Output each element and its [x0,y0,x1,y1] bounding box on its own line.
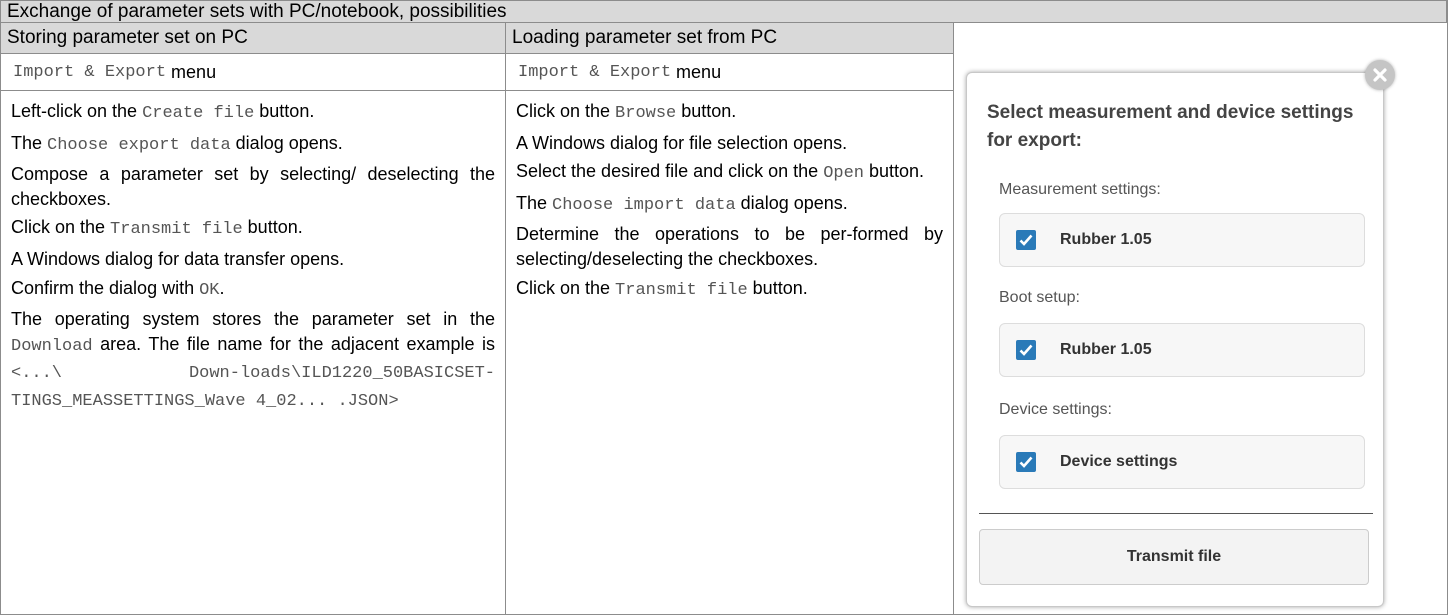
col1-step: A Windows dialog for data transfer opens… [11,247,495,272]
step-text: dialog opens. [230,132,343,153]
col1-menu-word: menu [171,61,217,82]
col2-step: A Windows dialog for file selection open… [516,131,943,156]
col1-step: The operating system stores the paramete… [11,307,495,414]
col1-menu-code: Import & Export [13,62,167,82]
ui-element-name: Download [11,336,93,356]
col1-heading: Storing parameter set on PC [1,23,506,54]
checkbox-checked-icon[interactable] [1016,230,1036,250]
col2-heading-text: Loading parameter set from PC [512,27,778,48]
close-icon[interactable] [1365,60,1395,90]
step-text: button. [864,161,925,182]
transmit-file-button[interactable]: Transmit file [979,529,1369,585]
col1-step: Click on the Transmit file button. [11,215,495,243]
step-text: Determine the operations to be per-forme… [516,224,943,269]
col1-menu-row: Import & Export menu [1,54,506,91]
step-text: The [11,132,48,153]
col2-step: Click on the Browse button. [516,99,943,127]
col2-menu-word: menu [676,61,722,82]
table-title-text: Exchange of parameter sets with PC/noteb… [7,0,507,22]
col2-step: Select the desired file and click on the… [516,159,943,187]
col2-step: Determine the operations to be per-forme… [516,222,943,271]
col1-step: Compose a parameter set by selecting/ de… [11,162,495,211]
ui-element-name: Create file [142,104,255,123]
checkbox-checked-icon[interactable] [1016,340,1036,360]
step-text: Confirm the dialog with [11,277,200,298]
boot-setup-label: Boot setup: [999,289,1080,306]
col1-heading-text: Storing parameter set on PC [7,27,248,48]
device-settings-item: Device settings [1060,453,1178,470]
ui-element-name: <...\ Down-loads\ILD1220_50BASICSET-TING… [11,364,495,411]
step-text: A Windows dialog for file selection open… [516,132,848,153]
col2-step: The Choose import data dialog opens. [516,191,943,219]
step-text: button. [242,217,303,238]
measurement-settings-item: Rubber 1.05 [1060,231,1152,248]
ui-element-name: OK [199,280,220,300]
col2-body: Click on the Browse button. A Windows dia… [506,91,954,614]
step-text: The [516,192,553,213]
boot-setup-item: Rubber 1.05 [1060,341,1152,358]
boot-setup-option[interactable]: Rubber 1.05 [999,323,1365,377]
step-text: button. [676,101,737,121]
step-text: . [219,277,225,298]
col1-step: The Choose export data dialog opens. [11,131,495,159]
col1-steps: Left-click on the Create file button. The… [1,91,505,415]
ui-element-name: Choose import data [552,195,736,215]
ui-element-name: Transmit file [615,280,748,300]
col2-steps: Click on the Browse button. A Windows dia… [506,91,953,303]
step-text: A Windows dialog for data transfer opens… [11,248,345,269]
step-text: button. [747,277,808,298]
col1-body: Left-click on the Create file button. The… [1,91,506,614]
col2-heading: Loading parameter set from PC [506,23,954,54]
step-text: Click on the [516,101,616,121]
step-text: Click on the [11,217,111,238]
step-text: Left-click on the [11,101,143,121]
export-dialog: Select measurement and device settings f… [966,72,1384,607]
dialog-divider [979,513,1373,514]
ui-element-name: Browse [615,104,677,123]
device-settings-label: Device settings: [999,401,1112,418]
col2-menu-code: Import & Export [518,62,672,82]
col1-step: Left-click on the Create file button. [11,99,495,127]
dialog-title: Select measurement and device settings f… [987,102,1354,151]
device-settings-option[interactable]: Device settings [999,435,1365,489]
measurement-settings-option[interactable]: Rubber 1.05 [999,213,1365,267]
ui-element-name: Choose export data [47,135,231,155]
step-text: dialog opens. [735,192,848,213]
step-text: Compose a parameter set by selecting/ de… [11,164,495,209]
step-text: Click on the [516,277,616,298]
col2-menu-row: Import & Export menu [506,54,954,91]
col2-step: Click on the Transmit file button. [516,276,943,304]
ui-element-name: Transmit file [110,220,243,240]
ui-element-name: Open [823,164,864,184]
measurement-settings-label: Measurement settings: [999,181,1161,198]
col1-step: Confirm the dialog with OK. [11,276,495,304]
table-title: Exchange of parameter sets with PC/noteb… [1,1,1447,23]
checkbox-checked-icon[interactable] [1016,452,1036,472]
step-text: The operating system stores the paramete… [11,309,495,330]
step-text: button. [254,101,315,121]
step-text: Select the desired file and click on the [516,161,824,182]
step-text: area. The file name for the adjacent exa… [92,333,495,354]
